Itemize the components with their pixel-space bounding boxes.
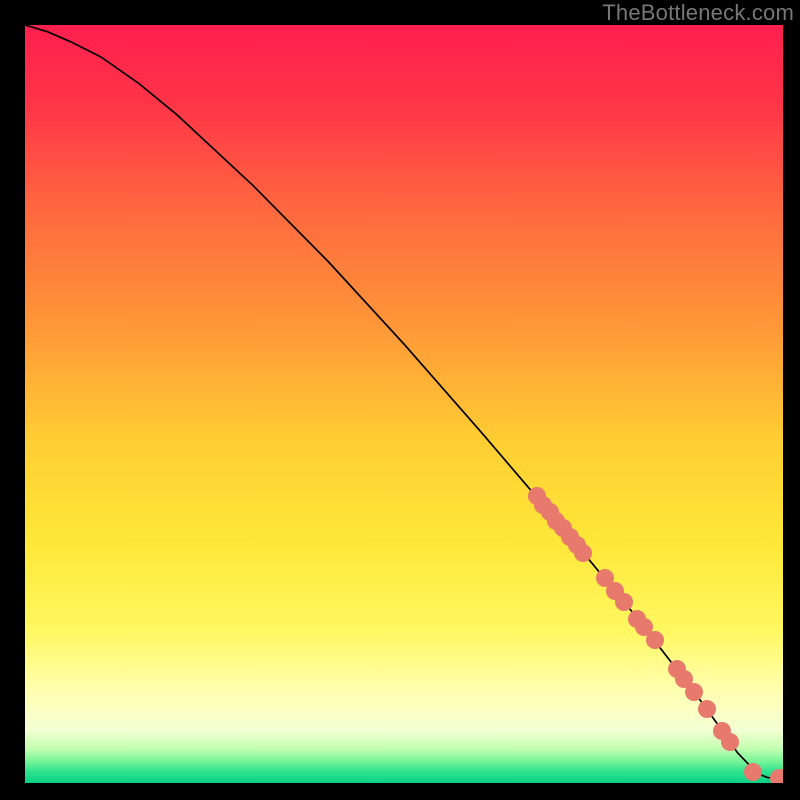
chart-root: TheBottleneck.com <box>0 0 800 800</box>
data-point <box>774 769 783 783</box>
data-point <box>574 544 592 562</box>
data-point <box>685 683 703 701</box>
data-point <box>744 763 762 781</box>
plot-area <box>25 25 783 783</box>
data-point <box>721 733 739 751</box>
data-point <box>646 631 664 649</box>
watermark-text: TheBottleneck.com <box>602 0 794 26</box>
data-point <box>615 593 633 611</box>
scatter-layer <box>25 25 783 783</box>
data-point <box>698 700 716 718</box>
